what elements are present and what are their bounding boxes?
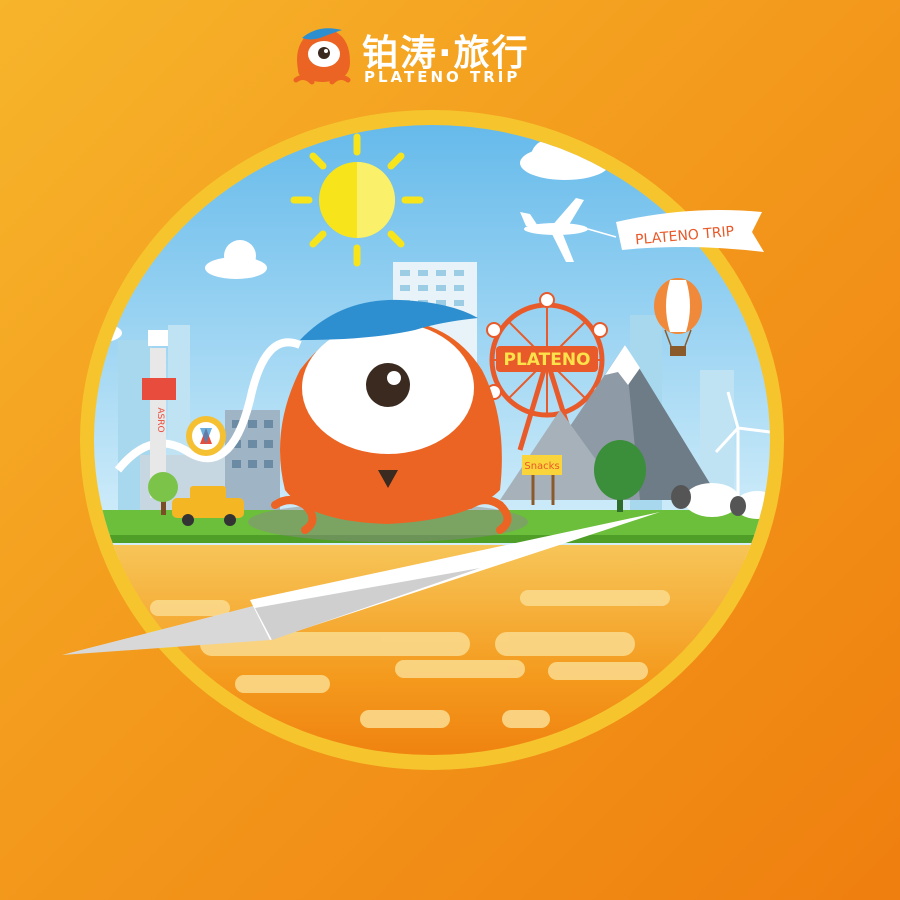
octopus-mascot-icon (293, 28, 351, 85)
snack-sign: Snacks (524, 461, 559, 472)
brand-logo: 铂涛·旅行 PLATENO TRIP (290, 22, 550, 92)
tower-sign: ASRO (155, 407, 165, 432)
ferris-wheel-sign: PLATENO (503, 350, 590, 370)
compass-icon (186, 416, 226, 456)
brand-name-en: PLATENO TRIP (364, 68, 521, 86)
illustration-badge: ASRO PLATENO Snacks PLATENO TRIP (62, 110, 784, 770)
